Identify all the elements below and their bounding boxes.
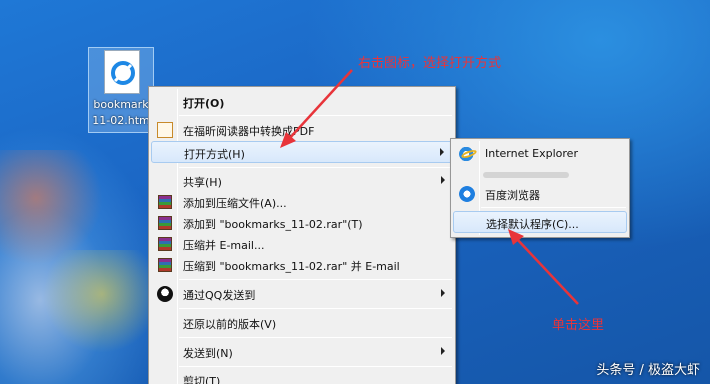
watermark: 头条号 / 极盗大虾 bbox=[596, 363, 700, 378]
arrow-to-open-with bbox=[280, 69, 353, 148]
annotation-bottom: 单击这里 bbox=[552, 318, 605, 333]
annotation-top: 右击图标，选择打开方式 bbox=[358, 56, 502, 71]
arrow-to-choose-default bbox=[508, 229, 579, 305]
